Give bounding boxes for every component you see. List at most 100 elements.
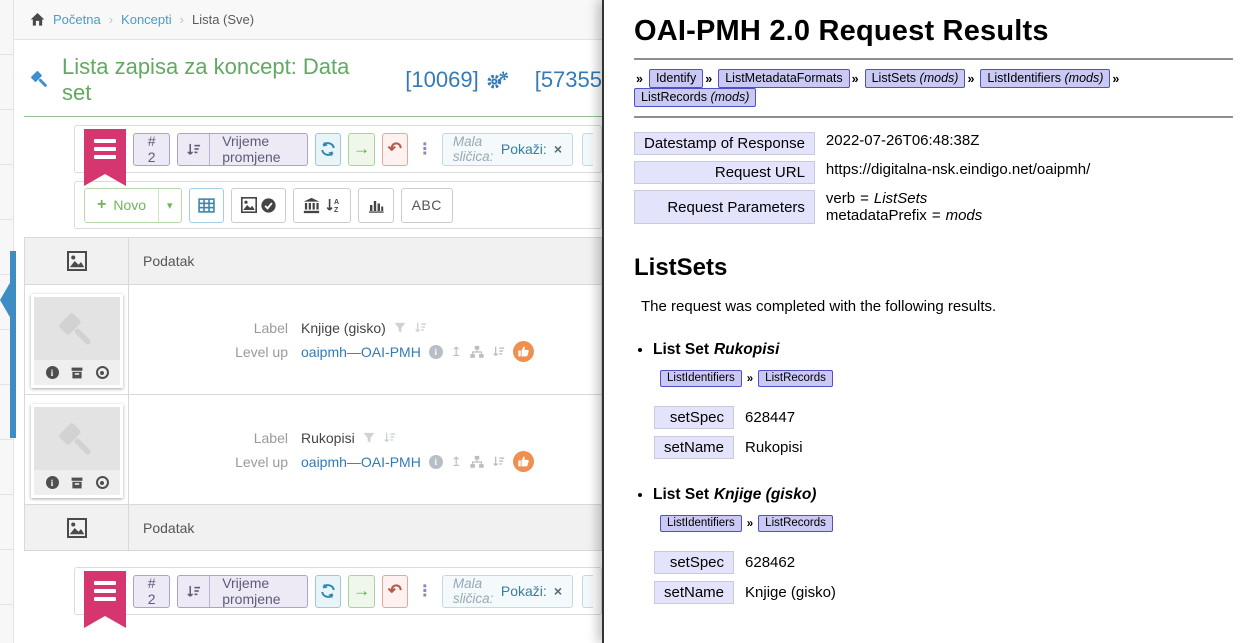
set-link-listrecords[interactable]: ListRecords <box>758 370 833 387</box>
remove-filter-icon[interactable]: × <box>554 141 562 157</box>
info-icon[interactable] <box>429 345 443 359</box>
remove-filter-icon[interactable]: × <box>554 583 562 599</box>
thumbnail-filter-chip[interactable]: Mala sličica: Pokaži: × <box>442 133 573 166</box>
info-icon[interactable] <box>429 455 443 469</box>
gavel-watermark-icon <box>53 307 101 360</box>
oai-link-listsets[interactable]: ListSets (mods) <box>865 69 966 88</box>
filter-chip-partial[interactable] <box>582 133 593 166</box>
field-key-levelup: Level up <box>228 340 288 364</box>
nav-separator: » <box>747 518 753 530</box>
oai-link-identify[interactable]: Identify <box>649 69 703 88</box>
more-options-icon[interactable]: ⋮ <box>415 139 435 159</box>
sitemap-icon[interactable] <box>470 345 484 359</box>
list-toolbar-bottom: # 2 Vrijeme promjene → ↶ ⋮ Mala sličica:… <box>74 567 602 615</box>
menu-ribbon-button[interactable] <box>84 571 126 628</box>
archive-icon[interactable] <box>70 476 84 490</box>
refresh-button[interactable] <box>315 575 341 608</box>
sort-alpha-icon <box>325 197 341 213</box>
gears-icon[interactable] <box>487 71 509 90</box>
record-fields: Label Knjige (gisko) Level up oaipmh—OAI… <box>228 316 534 364</box>
page-title-row: Lista zapisa za koncept: Data set [10069… <box>24 40 602 117</box>
target-icon[interactable] <box>96 476 109 489</box>
set-detail-table: setSpec 628462 setName Knjige (gisko) <box>654 544 836 611</box>
image-select-button[interactable] <box>231 188 286 223</box>
level-up-arrow-icon[interactable]: ↥ <box>451 340 462 364</box>
oai-link-listrecords[interactable]: ListRecords (mods) <box>634 88 756 107</box>
request-key: Datestamp of Response <box>634 132 815 155</box>
sort-icon[interactable] <box>414 321 427 334</box>
target-icon[interactable] <box>96 366 109 379</box>
levelup-link[interactable]: oaipmh—OAI-PMH <box>301 450 421 474</box>
record-thumbnail[interactable] <box>31 294 123 388</box>
set-link-listidentifiers[interactable]: ListIdentifiers <box>660 515 742 532</box>
more-options-icon[interactable]: ⋮ <box>415 581 435 601</box>
sort-order-button[interactable]: Vrijeme promjene <box>177 575 308 608</box>
abc-button[interactable]: ABC <box>401 188 453 223</box>
record-fields: Label Rukopisi Level up oaipmh—OAI-PMH ↥ <box>228 426 534 474</box>
filter-funnel-icon[interactable] <box>394 322 406 334</box>
refresh-button[interactable] <box>315 133 341 166</box>
record-row-knjige[interactable]: Label Knjige (gisko) Level up oaipmh—OAI… <box>25 284 601 394</box>
sort-icon[interactable] <box>383 431 396 444</box>
set-link-listrecords[interactable]: ListRecords <box>758 515 833 532</box>
institution-sort-button[interactable] <box>293 188 351 223</box>
record-row-rukopisi[interactable]: Label Rukopisi Level up oaipmh—OAI-PMH ↥ <box>25 394 601 504</box>
nav-separator: » <box>636 72 643 86</box>
oai-link-listidentifiers[interactable]: ListIdentifiers (mods) <box>980 69 1110 88</box>
menu-ribbon-button[interactable] <box>84 129 126 186</box>
thumbnail-filter-chip[interactable]: Mala sličica: Pokaži: × <box>442 575 573 608</box>
filter-chip-partial[interactable] <box>582 575 593 608</box>
sort-icon[interactable] <box>492 345 505 358</box>
breadcrumb-link-koncepti[interactable]: Koncepti <box>121 12 172 27</box>
set-key: setName <box>654 436 734 459</box>
filter-funnel-icon[interactable] <box>363 432 375 444</box>
hamburger-icon <box>94 581 116 585</box>
new-record-label[interactable]: +Novo <box>85 189 158 222</box>
image-column-icon <box>67 518 87 538</box>
undo-button[interactable]: ↶ <box>382 575 408 608</box>
record-id-badge[interactable]: [57355 <box>535 67 602 93</box>
page-count-button[interactable]: # 2 <box>133 133 170 166</box>
panel-resize-handle[interactable] <box>10 251 16 438</box>
info-icon[interactable] <box>46 366 59 379</box>
new-record-button[interactable]: +Novo ▾ <box>84 188 182 223</box>
archive-icon[interactable] <box>70 366 84 380</box>
filter-chip-label: Mala sličica: <box>453 576 496 606</box>
breadcrumb-link-pocetna[interactable]: Početna <box>53 12 101 27</box>
bank-icon <box>303 197 320 214</box>
next-page-button[interactable]: → <box>348 133 374 166</box>
sort-icon[interactable] <box>492 455 505 468</box>
info-icon[interactable] <box>46 476 59 489</box>
plus-icon: + <box>97 196 106 214</box>
home-icon[interactable] <box>30 12 45 27</box>
table-row: setName Rukopisi <box>654 436 803 459</box>
next-page-button[interactable]: → <box>348 575 374 608</box>
page-count-button[interactable]: # 2 <box>133 575 170 608</box>
level-up-arrow-icon[interactable]: ↥ <box>451 450 462 474</box>
arrow-right-icon: → <box>353 581 370 601</box>
chart-button[interactable] <box>358 188 394 223</box>
set-key: setName <box>654 581 734 604</box>
table-row: setSpec 628462 <box>654 551 836 574</box>
new-record-dropdown[interactable]: ▾ <box>158 189 181 222</box>
undo-button[interactable]: ↶ <box>382 133 408 166</box>
bar-chart-icon <box>368 197 384 213</box>
thumbs-up-badge-icon[interactable] <box>513 341 534 362</box>
set-link-listidentifiers[interactable]: ListIdentifiers <box>660 370 742 387</box>
concept-id-badge[interactable]: [10069] <box>405 67 478 93</box>
refresh-icon <box>320 583 336 599</box>
record-thumbnail[interactable] <box>31 404 123 498</box>
sitemap-icon[interactable] <box>470 455 484 469</box>
refresh-icon <box>320 141 336 157</box>
sort-order-button[interactable]: Vrijeme promjene <box>177 133 308 166</box>
levelup-link[interactable]: oaipmh—OAI-PMH <box>301 340 421 364</box>
nav-separator: » <box>852 72 859 86</box>
request-info-table: Datestamp of Response 2022-07-26T06:48:3… <box>634 126 1090 230</box>
thumbs-up-badge-icon[interactable] <box>513 451 534 472</box>
oai-link-listmetadataformats[interactable]: ListMetadataFormats <box>718 69 849 88</box>
arrow-right-icon: → <box>353 139 370 159</box>
request-params: verb=ListSets metadataPrefix=mods <box>815 190 1090 224</box>
filter-chip-value: Pokaži: <box>501 583 547 599</box>
panel-collapse-arrow-icon[interactable] <box>0 281 11 319</box>
grid-view-button[interactable] <box>189 188 224 223</box>
